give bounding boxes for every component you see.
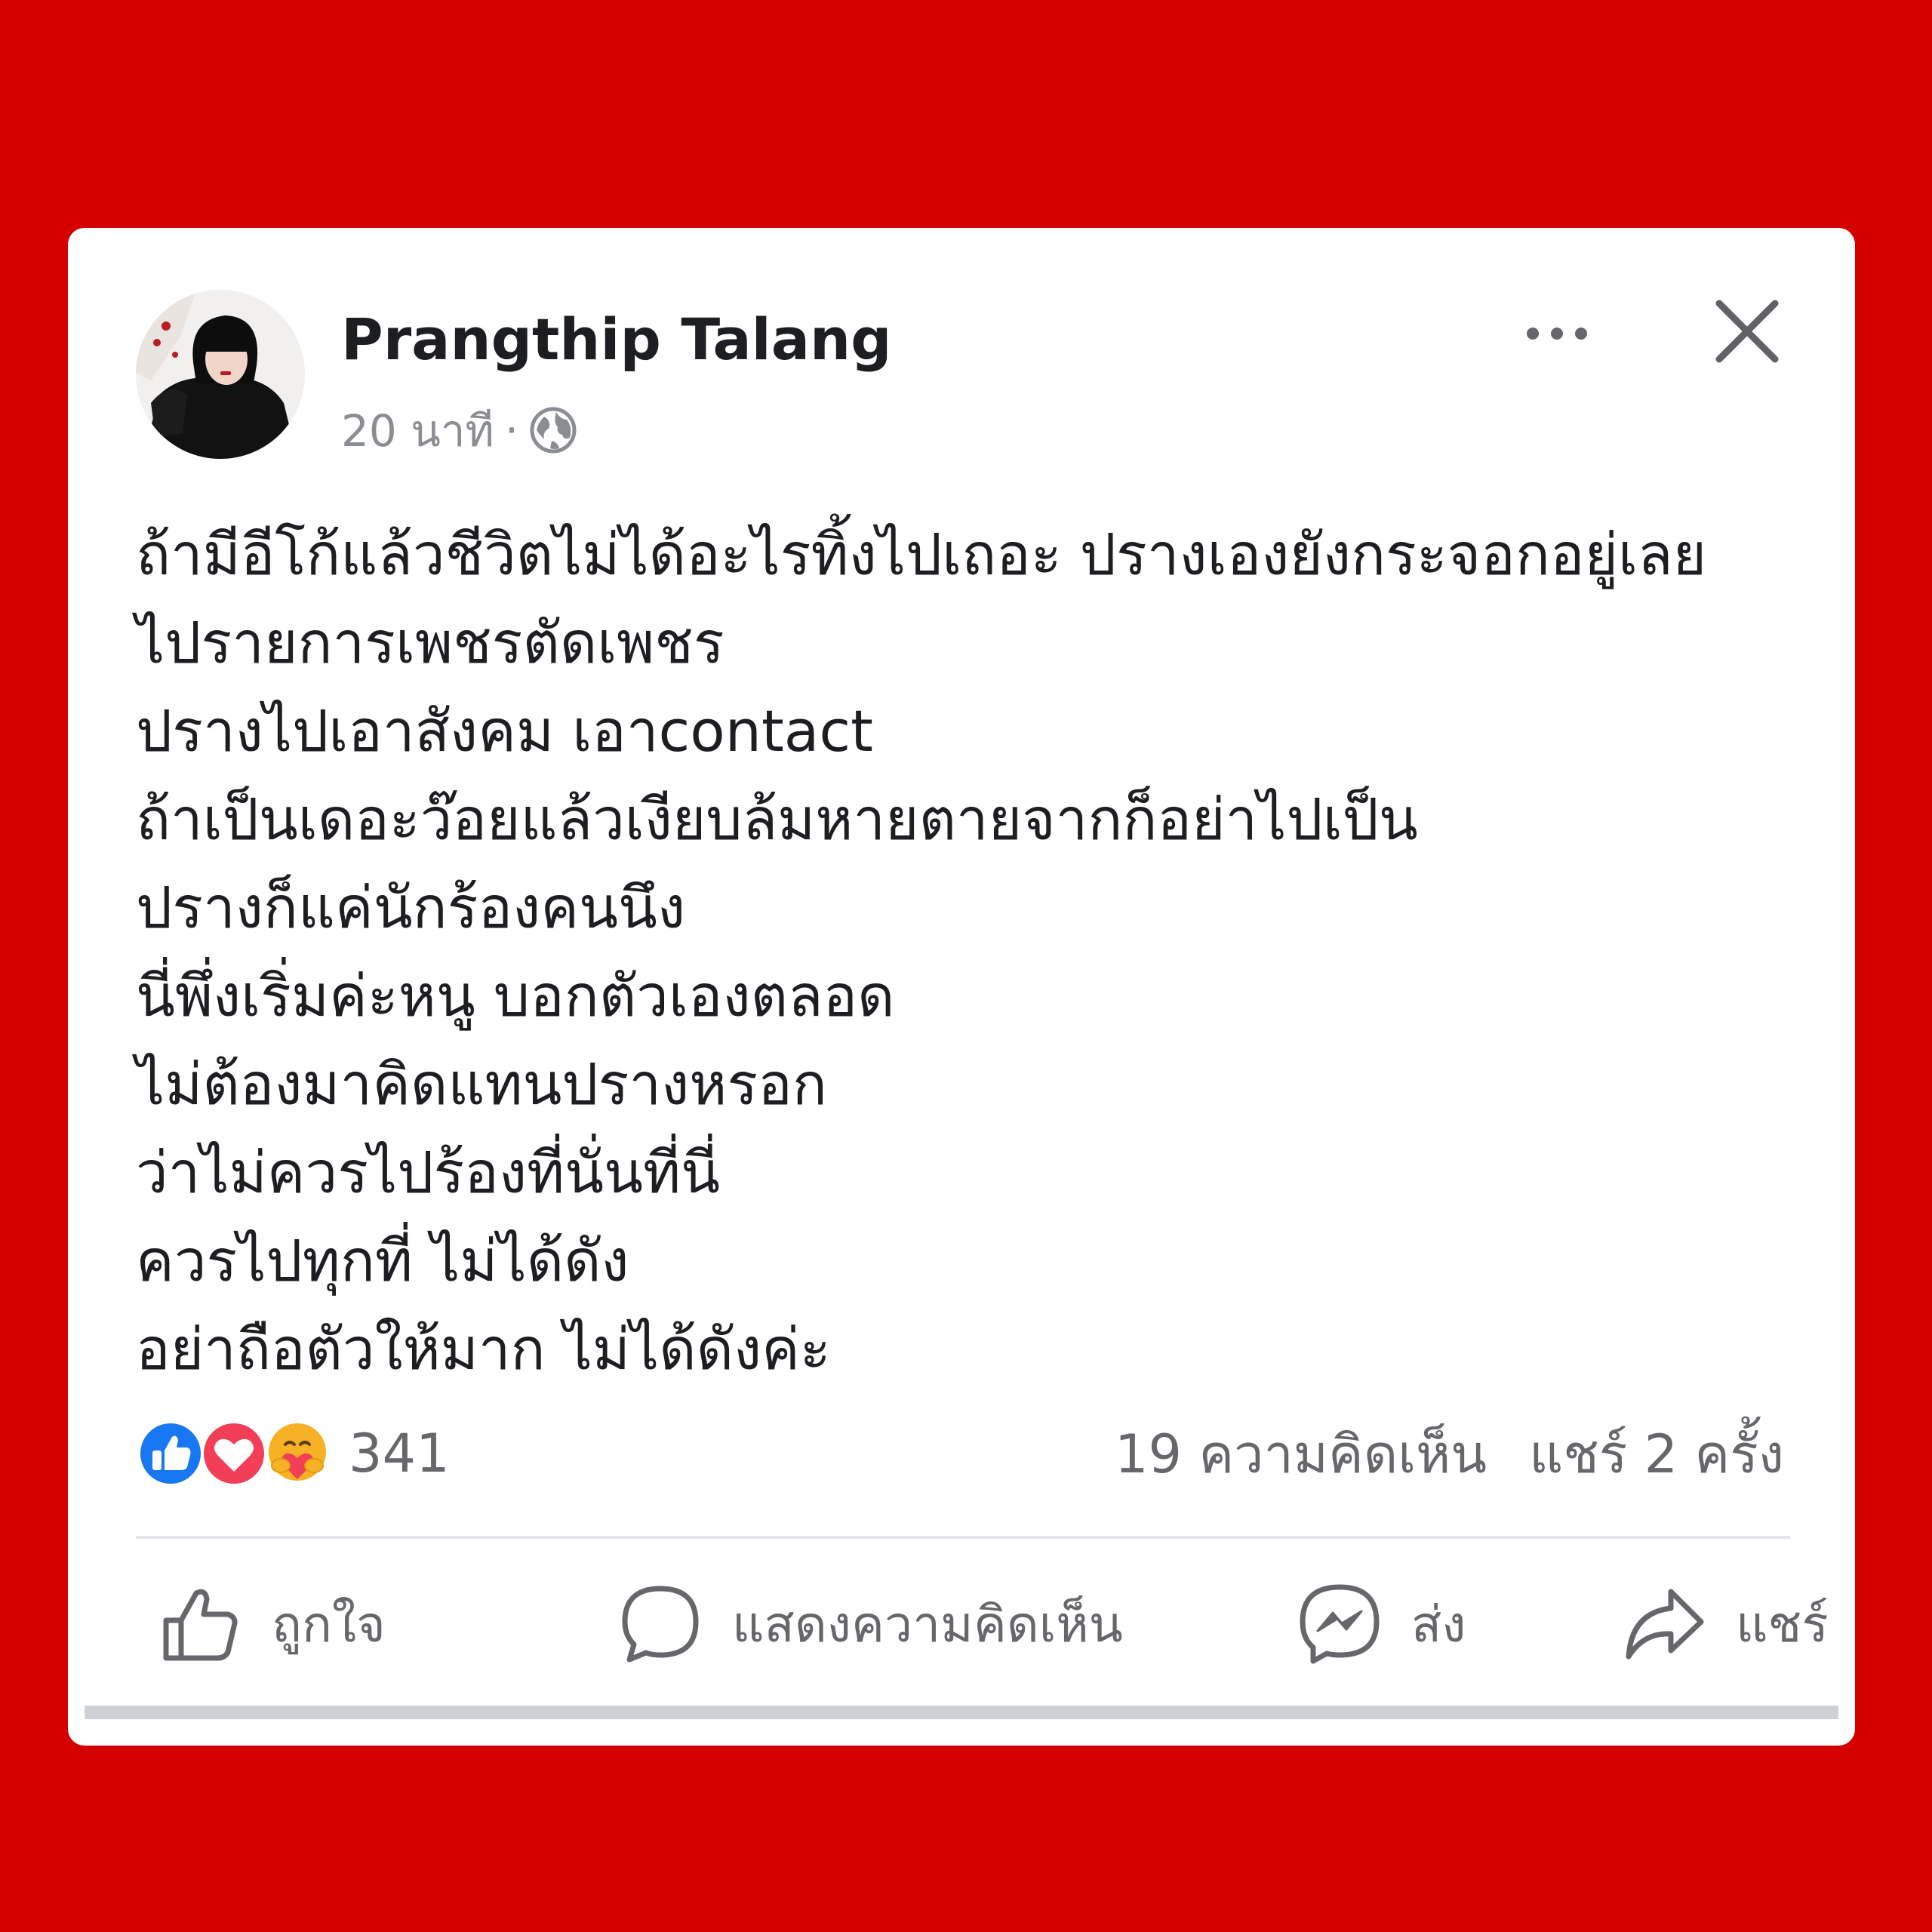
like-button[interactable]: ถูกใจ — [158, 1571, 386, 1677]
comment-label: แสดงความคิดเห็น — [732, 1595, 1123, 1654]
divider — [136, 1536, 1790, 1539]
avatar[interactable] — [136, 290, 305, 459]
love-reaction-icon — [199, 1419, 269, 1488]
post-stats: 19 ความคิดเห็น แชร์ 2 ครั้ง — [1115, 1416, 1784, 1491]
meta-separator: · — [504, 405, 519, 456]
post-line: ปรางก็แค่นักร้องคนนึง — [136, 874, 686, 941]
share-label: แชร์ — [1736, 1595, 1829, 1654]
comment-count[interactable]: 19 ความคิดเห็น — [1115, 1412, 1487, 1496]
share-count[interactable]: แชร์ 2 ครั้ง — [1529, 1412, 1784, 1496]
thumbs-up-icon — [158, 1583, 272, 1666]
post-meta: 20 นาที · — [341, 400, 577, 460]
post-line: ถ้าเป็นเดอะว๊อยแล้วเงียบล้มหายตายจากก็อย… — [136, 786, 1418, 853]
like-label: ถูกใจ — [272, 1595, 386, 1654]
reaction-count: 341 — [349, 1423, 450, 1484]
post-line: ว่าไม่ควรไปร้องที่นั่นที่นี่ — [136, 1139, 721, 1206]
post-line: ปรางไปเอาสังคม เอาcontact — [136, 697, 873, 764]
globe-icon — [529, 406, 577, 454]
bottom-bar — [85, 1706, 1838, 1719]
post-line: ถ้ามีอีโก้แล้วชีวิตไม่ได้อะไรทิ้งไปเถอะ … — [136, 521, 1707, 588]
post-line: ไปรายการเพชรตัดเพชร — [136, 609, 724, 676]
post-line: อย่าถือตัวให้มาก ไม่ได้ดังค่ะ — [136, 1315, 831, 1383]
messenger-icon — [1298, 1583, 1411, 1666]
author-name[interactable]: Prangthip Talang — [341, 311, 892, 368]
share-button[interactable]: แชร์ — [1623, 1571, 1829, 1677]
post-line: ควรไปทุกที่ ไม่ได้ดัง — [136, 1227, 629, 1294]
more-options-icon[interactable] — [1515, 311, 1598, 356]
send-label: ส่ง — [1411, 1595, 1466, 1654]
close-icon[interactable] — [1706, 290, 1789, 373]
action-bar: ถูกใจ แสดงความคิดเห็น ส่ง แชร์ — [136, 1571, 1829, 1677]
care-reaction-icon — [263, 1419, 332, 1488]
post-line: นี่พึ่งเริ่มค่ะหนู บอกตัวเองตลอด — [136, 962, 895, 1029]
send-button[interactable]: ส่ง — [1298, 1571, 1466, 1677]
post-time[interactable]: 20 นาที — [341, 395, 494, 466]
comment-bubble-icon — [619, 1583, 732, 1666]
post-card: Prangthip Talang 20 นาที · ถ้ามีอีโก้แล้… — [68, 228, 1855, 1746]
reactions-summary[interactable]: 341 — [136, 1416, 450, 1491]
like-reaction-icon — [136, 1419, 205, 1488]
post-line: ไม่ต้องมาคิดแทนปรางหรอก — [136, 1051, 827, 1118]
post-text: ถ้ามีอีโก้แล้วชีวิตไม่ได้อะไรทิ้งไปเถอะ … — [136, 510, 1819, 1393]
share-arrow-icon — [1623, 1583, 1736, 1666]
comment-button[interactable]: แสดงความคิดเห็น — [619, 1571, 1123, 1677]
